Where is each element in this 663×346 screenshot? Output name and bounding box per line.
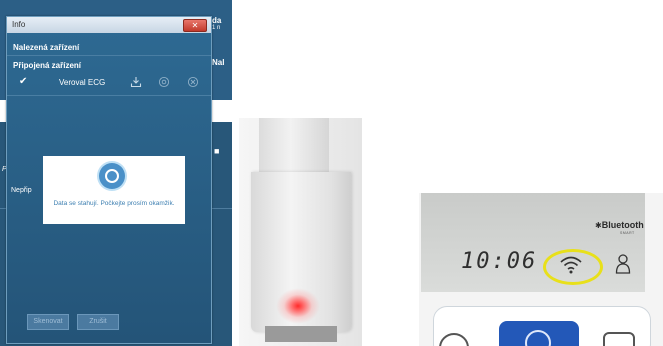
row-cut-label: Nepřip xyxy=(11,187,32,194)
modal-message: Data se stahují. Počkejte prosím okamžik… xyxy=(53,200,175,207)
checkmark-icon: ✔ xyxy=(19,76,28,87)
bluetooth-label: ✱Bluetooth xyxy=(595,220,644,230)
found-devices-heading: Nalezená zařízení xyxy=(13,43,80,52)
close-circle-icon[interactable] xyxy=(187,76,199,88)
red-led-light xyxy=(276,288,320,324)
lcd-screen: ✱Bluetooth SMART 10:06 xyxy=(421,193,645,292)
device-name: Veroval ECG xyxy=(59,78,106,87)
background-header-fragment: da xyxy=(212,16,222,25)
bluetooth-text: Bluetooth xyxy=(601,220,644,230)
user-icon xyxy=(615,254,631,274)
settings-icon[interactable] xyxy=(158,76,170,88)
connected-devices-heading: Připojená zařízení xyxy=(13,61,82,70)
info-dialog: Info ✕ Nalezená zařízení Připojená zaříz… xyxy=(6,16,212,344)
right-device-button xyxy=(603,332,635,346)
bluetooth-smart-label: SMART xyxy=(620,231,635,235)
usb-dongle-photo xyxy=(239,118,362,346)
dongle-connector xyxy=(265,326,337,342)
dialog-titlebar: Info ✕ xyxy=(7,17,211,33)
download-progress-modal: Data se stahují. Počkejte prosím okamžik… xyxy=(43,156,185,224)
background-camera-icon: ■ xyxy=(214,146,220,156)
wifi-icon xyxy=(560,256,582,274)
download-icon[interactable] xyxy=(130,76,142,88)
dialog-close-button[interactable]: ✕ xyxy=(183,19,207,32)
lcd-time-display: 10:06 xyxy=(461,249,538,274)
divider xyxy=(7,55,211,56)
cancel-button[interactable]: Zrušit xyxy=(77,314,119,330)
divider xyxy=(7,95,211,96)
loading-spinner-icon xyxy=(99,163,125,189)
background-header-fragment-2: 1 n xyxy=(212,25,221,31)
bp-monitor-photo: ✱Bluetooth SMART 10:06 xyxy=(419,193,663,346)
dialog-title: Info xyxy=(12,20,26,29)
scan-button[interactable]: Skenovat xyxy=(27,314,69,330)
background-side-label: Nal xyxy=(212,58,225,67)
